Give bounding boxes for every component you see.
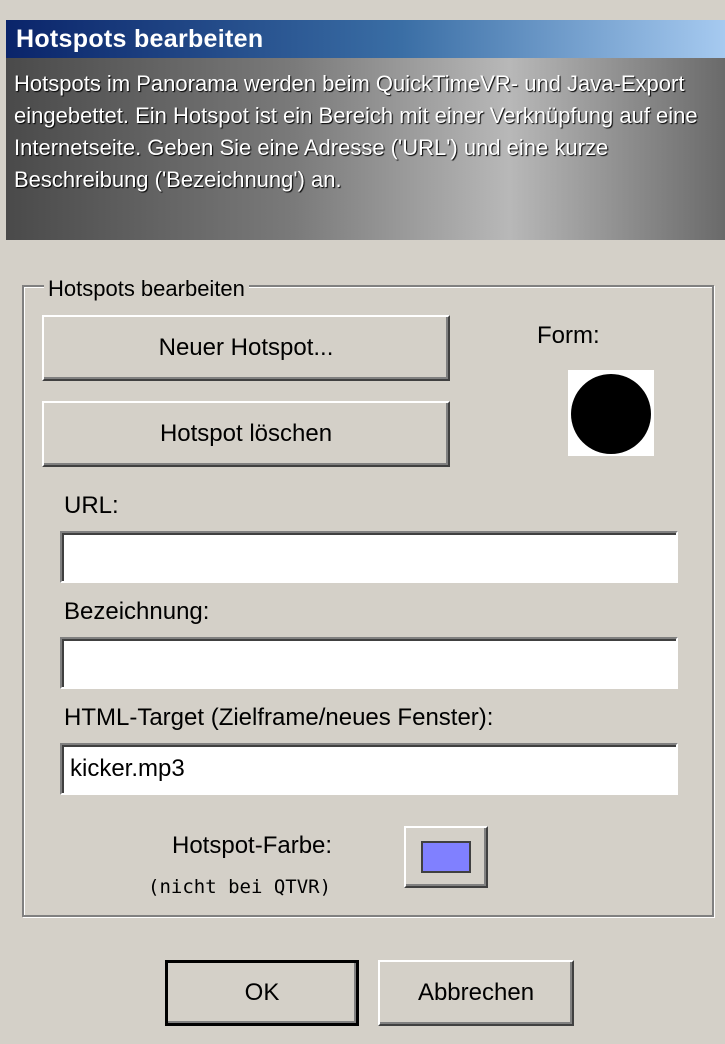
hotspot-color-label: Hotspot-Farbe: [172,832,333,859]
groupbox-legend: Hotspots bearbeiten [44,276,249,302]
title-bar[interactable]: Hotspots bearbeiten [6,20,725,58]
name-input[interactable] [60,637,678,689]
url-input[interactable] [60,531,678,583]
description-panel: Hotspots im Panorama werden beim QuickTi… [6,58,725,240]
ok-button[interactable]: OK [165,960,359,1026]
url-label: URL: [64,492,119,519]
new-hotspot-button[interactable]: Neuer Hotspot... [42,315,450,381]
cancel-button[interactable]: Abbrechen [378,960,574,1026]
shape-preview[interactable] [568,370,654,456]
edit-hotspots-dialog: Hotspots bearbeiten Hotspots im Panorama… [0,0,725,1044]
target-label: HTML-Target (Zielframe/neues Fenster): [64,704,494,731]
hotspot-color-note: (nicht bei QTVR) [148,876,332,898]
name-label: Bezeichnung: [64,598,210,625]
hotspot-color-button[interactable] [404,826,488,888]
description-text: Hotspots im Panorama werden beim QuickTi… [14,71,698,192]
delete-hotspot-button[interactable]: Hotspot löschen [42,401,450,467]
circle-shape-icon [571,374,651,454]
color-swatch [421,841,471,873]
target-input[interactable] [60,743,678,795]
shape-label: Form: [537,322,600,349]
dialog-title: Hotspots bearbeiten [16,25,264,53]
